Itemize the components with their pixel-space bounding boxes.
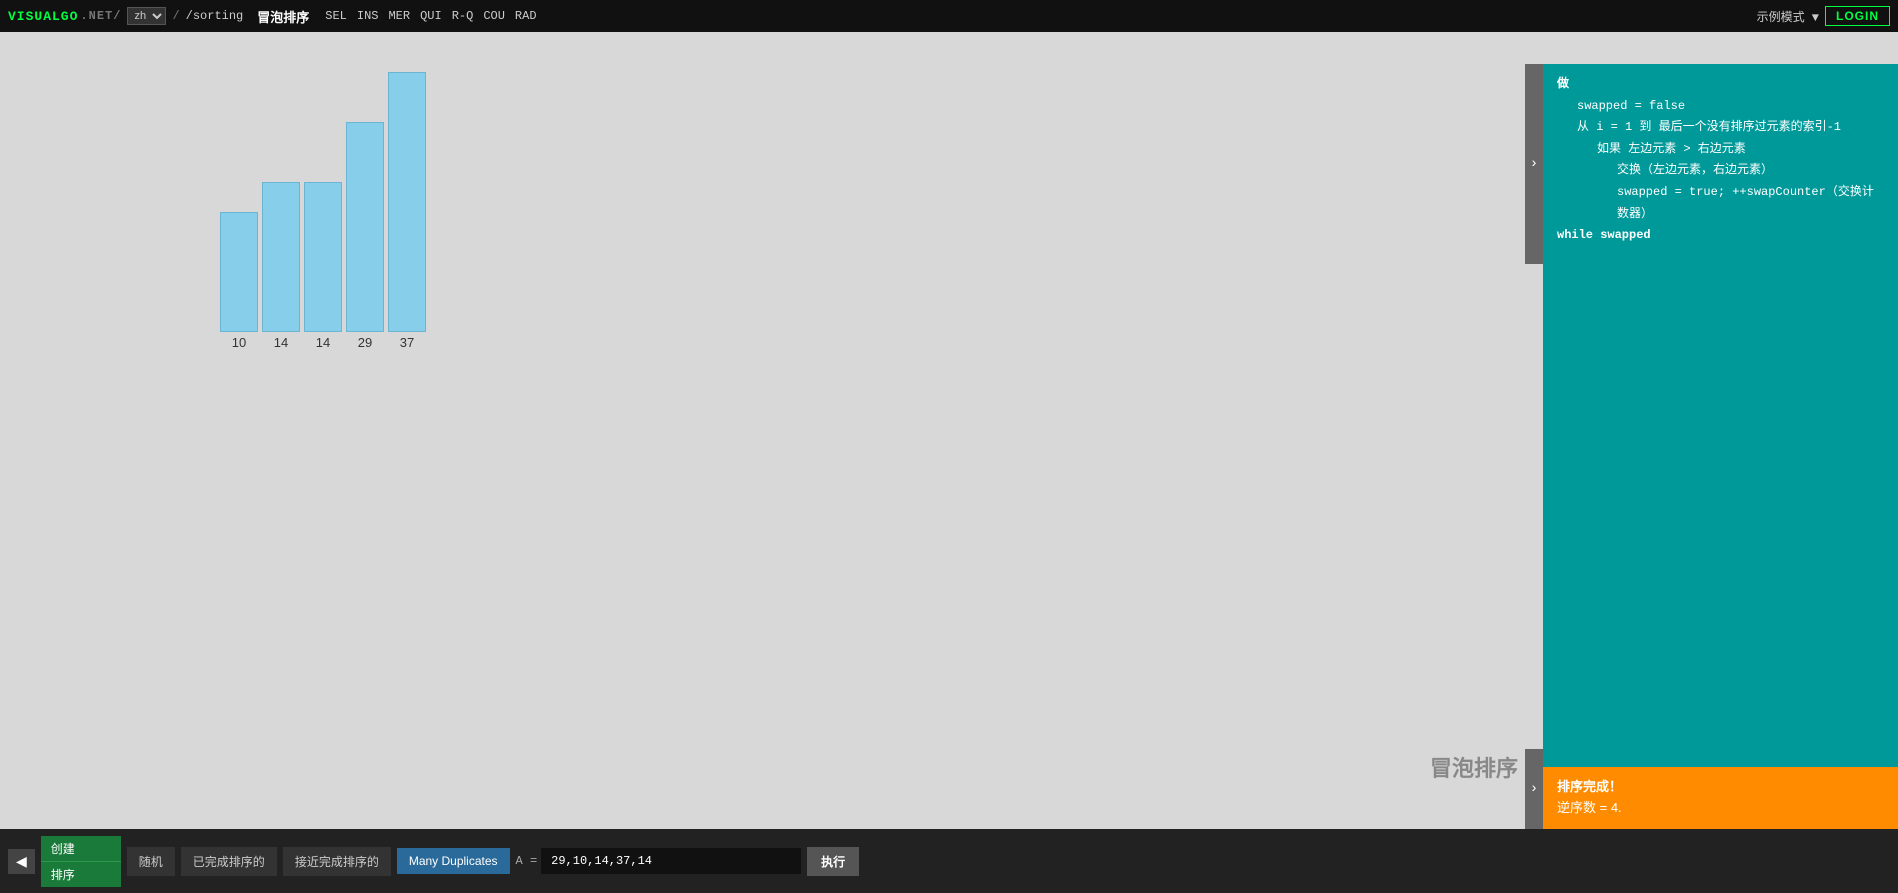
create-label[interactable]: 创建 — [41, 836, 121, 862]
code-line-swapped: swapped = false — [1557, 96, 1884, 118]
status-line2: 逆序数 = 4. — [1557, 798, 1884, 819]
algorithm-title: 冒泡排序 — [1430, 751, 1518, 783]
bar-label-3: 29 — [358, 335, 372, 350]
bottom-toolbar: ◀ 创建 排序 随机 已完成排序的 接近完成排序的 Many Duplicate… — [0, 829, 1898, 893]
bar-1 — [262, 182, 300, 332]
collapse-panel-arrow-bottom[interactable]: › — [1525, 749, 1543, 829]
nav-sel[interactable]: SEL — [325, 9, 347, 23]
bar-label-4: 37 — [400, 335, 414, 350]
a-label: A = — [516, 854, 538, 868]
bar-label-0: 10 — [232, 335, 246, 350]
path-sorting: /sorting — [186, 9, 244, 23]
bar-item-4: 37 — [388, 72, 426, 350]
logo[interactable]: VISUALGO .NET/ — [8, 9, 121, 24]
code-line-counter: swapped = true; ++swapCounter（交换计数器） — [1557, 182, 1884, 225]
status-panel-inner: 排序完成！ 逆序数 = 4. — [1543, 767, 1898, 829]
execute-button[interactable]: 执行 — [807, 847, 859, 876]
nearly-sorted-button[interactable]: 接近完成排序的 — [283, 847, 391, 876]
create-sort-group[interactable]: 创建 排序 — [41, 836, 121, 887]
demo-mode-button[interactable]: 示例模式 ▼ — [1757, 8, 1819, 25]
logo-suffix: .NET/ — [80, 9, 121, 23]
random-button[interactable]: 随机 — [127, 847, 175, 876]
prev-button[interactable]: ◀ — [8, 849, 35, 874]
bar-item-1: 14 — [262, 182, 300, 350]
nav-mer[interactable]: MER — [388, 9, 410, 23]
main-canvas: 10 14 14 29 37 冒泡排序 做 swapped = false 从 i = … — [0, 32, 1898, 893]
code-line-do: 做 — [1557, 74, 1884, 96]
code-panel-inner: 做 swapped = false 从 i = 1 到 最后一个没有排序过元素的… — [1543, 64, 1898, 829]
code-line-while: while swapped — [1557, 225, 1884, 247]
login-button[interactable]: LOGIN — [1825, 6, 1890, 26]
nav-rad[interactable]: RAD — [515, 9, 537, 23]
nav-rq[interactable]: R-Q — [452, 9, 474, 23]
nav-links: SEL INS MER QUI R-Q COU RAD — [325, 9, 536, 23]
status-line1: 排序完成！ — [1557, 777, 1884, 798]
bar-2 — [304, 182, 342, 332]
bar-item-3: 29 — [346, 122, 384, 350]
logo-text: VISUALGO — [8, 9, 78, 24]
top-navigation: VISUALGO .NET/ zh en / /sorting 冒泡排序 SEL… — [0, 0, 1898, 32]
nav-ins[interactable]: INS — [357, 9, 379, 23]
code-line-loop: 从 i = 1 到 最后一个没有排序过元素的索引-1 — [1557, 117, 1884, 139]
bar-label-1: 14 — [274, 335, 288, 350]
collapse-panel-arrow-top[interactable]: › — [1525, 64, 1543, 264]
nav-cou[interactable]: COU — [483, 9, 505, 23]
bar-item-0: 10 — [220, 212, 258, 350]
bar-label-2: 14 — [316, 335, 330, 350]
sort-label[interactable]: 排序 — [41, 862, 121, 887]
code-line-swap: 交换（左边元素，右边元素） — [1557, 160, 1884, 182]
page-title: 冒泡排序 — [257, 7, 309, 26]
code-line-if: 如果 左边元素 > 右边元素 — [1557, 139, 1884, 161]
bar-0 — [220, 212, 258, 332]
array-input[interactable] — [541, 848, 801, 874]
status-panel: 排序完成！ 逆序数 = 4. — [1543, 767, 1898, 829]
many-duplicates-button[interactable]: Many Duplicates — [397, 848, 510, 874]
bar-4 — [388, 72, 426, 332]
bar-item-2: 14 — [304, 182, 342, 350]
bar-3 — [346, 122, 384, 332]
sorted-button[interactable]: 已完成排序的 — [181, 847, 277, 876]
input-group: A = — [516, 848, 802, 874]
path-slash: / — [172, 9, 179, 23]
language-select[interactable]: zh en — [127, 7, 166, 25]
code-panel: 做 swapped = false 从 i = 1 到 最后一个没有排序过元素的… — [1543, 64, 1898, 829]
bars-visualization: 10 14 14 29 37 — [220, 72, 426, 350]
nav-qui[interactable]: QUI — [420, 9, 442, 23]
